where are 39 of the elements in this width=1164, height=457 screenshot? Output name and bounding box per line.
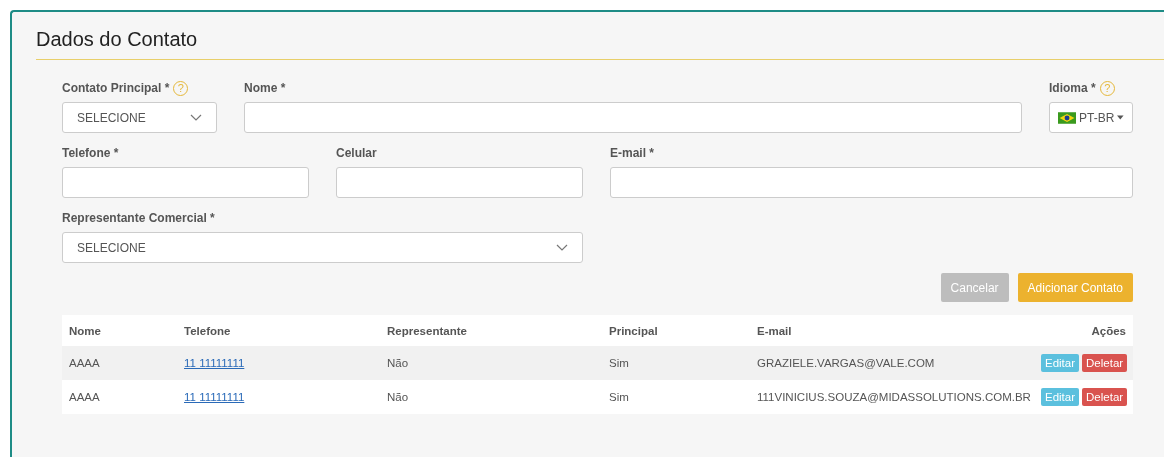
column-header: Telefone [184, 324, 231, 337]
field-label: Celular [336, 146, 377, 160]
field-label: E-mail * [610, 146, 654, 160]
column-header: Principal [609, 324, 658, 337]
delete-button[interactable]: Deletar [1082, 354, 1128, 372]
table-cell: GRAZIELE.VARGAS@VALE.COM [757, 357, 935, 369]
edit-button[interactable]: Editar [1041, 354, 1080, 372]
text-input[interactable] [336, 167, 583, 198]
text-input[interactable] [62, 167, 309, 198]
table-cell: Não [387, 357, 409, 369]
delete-button[interactable]: Deletar [1082, 388, 1128, 406]
table-cell: Sim [609, 391, 629, 403]
language-dropdown[interactable]: PT-BR [1049, 102, 1133, 133]
table-cell: 111VINICIUS.SOUZA@MIDASSOLUTIONS.COM.BR [757, 391, 1031, 403]
caret-icon [1117, 115, 1124, 120]
column-header: Nome [69, 324, 101, 337]
field-label: Nome * [244, 81, 286, 95]
phone-link[interactable]: 11 11111111 [184, 357, 245, 369]
table-cell: Sim [609, 357, 629, 369]
column-header: Representante [387, 324, 467, 337]
edit-button[interactable]: Editar [1041, 388, 1080, 406]
table-cell: Não [387, 391, 409, 403]
select-dropdown[interactable]: SELECIONE [62, 102, 217, 133]
select-dropdown[interactable]: SELECIONE [62, 232, 583, 263]
text-input[interactable] [610, 167, 1133, 198]
chevron-down-icon [190, 113, 202, 122]
column-header: E-mail [757, 324, 792, 337]
field-label: Idioma * [1049, 81, 1096, 95]
flag-icon [1058, 110, 1077, 125]
field-label: Contato Principal * [62, 81, 170, 95]
phone-link[interactable]: 11 11111111 [184, 391, 245, 403]
field-label: Representante Comercial * [62, 211, 215, 225]
table-cell: AAAA [69, 391, 100, 403]
section-title: Dados do Contato [36, 28, 1164, 60]
text-input[interactable] [244, 102, 1022, 133]
chevron-down-icon [556, 243, 568, 252]
field-label: Telefone * [62, 146, 119, 160]
column-header: Ações [1091, 324, 1126, 337]
table-cell: AAAA [69, 357, 100, 369]
